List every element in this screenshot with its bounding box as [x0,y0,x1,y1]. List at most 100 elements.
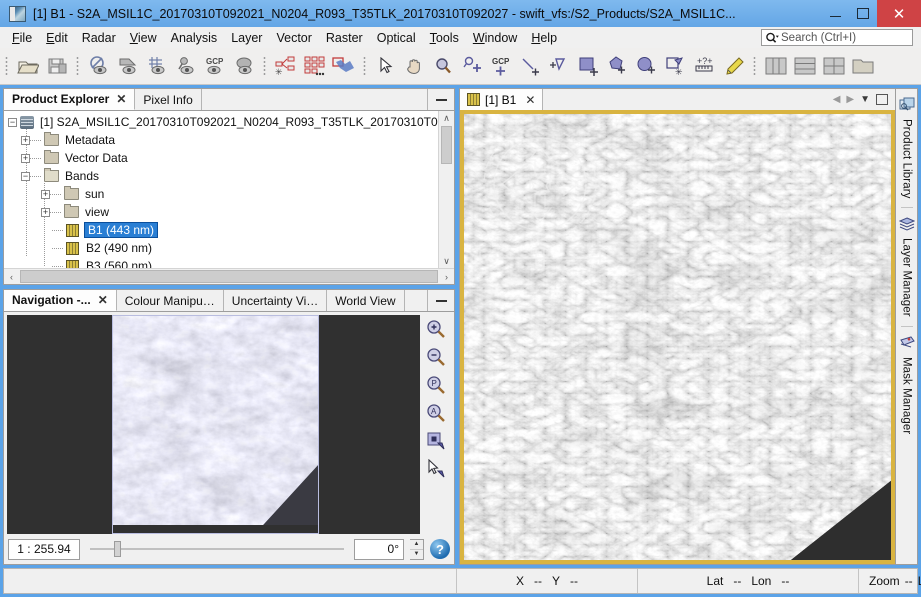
close-button[interactable]: ✕ [877,0,921,27]
close-icon[interactable]: ✕ [525,93,535,107]
sync-views-icon[interactable] [425,431,449,451]
maximize-view-icon[interactable] [876,94,888,105]
zoom-magnifier-icon[interactable] [429,51,458,81]
polygon-drawing-icon[interactable] [603,51,632,81]
tree-row-bands[interactable]: − Bands [4,167,438,185]
tile-vertically-icon[interactable] [761,51,790,81]
menu-analysis[interactable]: Analysis [164,29,225,47]
tree-vertical-scrollbar[interactable]: ∧ ∨ [438,111,454,268]
toolbar-grip-2[interactable] [74,55,81,77]
scroll-left-icon[interactable]: ◀ [833,94,841,105]
tab-colour-manipulation[interactable]: Colour Manipu… [116,290,224,311]
menu-tools[interactable]: Tools [423,29,466,47]
gcp-placing-icon[interactable]: GCP [487,51,516,81]
zoom-pixel-resolution-icon[interactable]: P [425,375,449,395]
tree-row-metadata[interactable]: + Metadata [4,131,438,149]
scrollbar-thumb[interactable] [441,126,452,164]
tree-row-b2[interactable]: B2 (490 nm) [4,239,438,257]
pan-hand-icon[interactable] [400,51,429,81]
range-finder-icon[interactable]: +?+ [690,51,719,81]
graticule-overlay-icon[interactable] [142,51,171,81]
maximize-button[interactable] [849,0,877,27]
tab-uncertainty-visualisation[interactable]: Uncertainty Vi… [223,290,328,311]
rail-tab-product-library[interactable]: Product Library [899,92,915,203]
rectangle-drawing-icon[interactable] [574,51,603,81]
tree-row-b3[interactable]: B3 (560 nm) [4,257,438,268]
minimize-button[interactable] [821,0,849,27]
tab-pixel-info[interactable]: Pixel Info [135,89,202,110]
tree-toggle-icon[interactable]: + [41,207,50,217]
tab-world-view[interactable]: World View [327,290,405,311]
pixel-info-pen-icon[interactable] [719,51,748,81]
rotation-field[interactable]: 0° [354,538,404,560]
minimize-navigation-button[interactable] [428,290,454,311]
menu-raster[interactable]: Raster [319,29,370,47]
sync-cursors-icon[interactable] [425,459,449,479]
rail-tab-mask-manager[interactable]: Mask Manager [899,331,915,439]
tab-product-explorer[interactable]: Product Explorer ✕ [4,89,136,110]
zoom-slider[interactable] [86,539,348,559]
tile-evenly-icon[interactable] [819,51,848,81]
close-icon[interactable]: ✕ [98,293,108,307]
menu-file[interactable]: FFileile [5,29,39,47]
gcp-overlay-icon[interactable]: GCP [200,51,229,81]
zoom-all-icon[interactable]: A [425,403,449,423]
toolbar-grip-3[interactable] [261,55,268,77]
tree-toggle-icon[interactable]: + [21,135,30,145]
scroll-left-icon[interactable]: ‹ [4,269,19,284]
geo-overlay-icon[interactable] [113,51,142,81]
navigation-canvas[interactable] [7,315,420,534]
pin-placing-icon[interactable] [458,51,487,81]
zoom-in-icon[interactable] [425,319,449,339]
tile-single-icon[interactable] [848,51,877,81]
help-button[interactable]: ? [430,539,450,559]
tab-list-dropdown-icon[interactable]: ▼ [860,94,870,105]
line-drawing-icon[interactable] [516,51,545,81]
scroll-down-icon[interactable]: ∨ [439,254,454,268]
tree-row-sun[interactable]: + sun [4,185,438,203]
polyline-drawing-icon[interactable] [545,51,574,81]
tree-toggle-icon[interactable]: − [8,117,17,127]
menu-radar[interactable]: Radar [75,29,123,47]
world-map-icon[interactable] [329,51,358,81]
tab-navigation[interactable]: Navigation -... ✕ [4,290,117,311]
toolbar-grip[interactable] [3,55,10,77]
tree-horizontal-scrollbar[interactable]: ‹ › [4,268,454,284]
ellipse-drawing-icon[interactable] [632,51,661,81]
menu-layer[interactable]: Layer [224,29,269,47]
menu-view[interactable]: View [123,29,164,47]
tree-toggle-icon[interactable]: − [21,171,30,181]
image-canvas[interactable] [460,110,895,564]
tab-image-b1[interactable]: [1] B1 ✕ [460,89,544,110]
batch-processing-icon[interactable] [300,51,329,81]
search-input[interactable] [781,31,912,44]
minimize-panel-button[interactable] [428,89,454,110]
navigation-compass-control[interactable] [474,118,614,278]
scroll-up-icon[interactable]: ∧ [439,111,454,125]
spinner-up-icon[interactable]: ▲ [410,539,423,550]
scrollbar-thumb[interactable] [20,270,438,283]
slider-knob[interactable] [114,541,121,557]
menu-optical[interactable]: Optical [370,29,423,47]
spinner-down-icon[interactable]: ▼ [410,549,423,559]
tree-row-b1[interactable]: B1 (443 nm) [4,221,438,239]
zoom-out-icon[interactable] [425,347,449,367]
tree-row-view[interactable]: + view [4,203,438,221]
magic-wand-icon[interactable]: ✳ [661,51,690,81]
save-product-icon[interactable] [42,51,71,81]
pin-overlay-icon[interactable] [171,51,200,81]
toolbar-grip-4[interactable] [361,55,368,77]
tile-horizontally-icon[interactable] [790,51,819,81]
rotation-spinner[interactable]: ▲ ▼ [410,538,424,560]
zoom-factor-field[interactable]: 1 : 255.94 [8,538,80,560]
scroll-right-icon[interactable]: › [439,269,454,284]
toolbar-grip-5[interactable] [751,55,758,77]
open-product-icon[interactable] [13,51,42,81]
search-box[interactable] [761,29,913,46]
scroll-right-icon[interactable]: ▶ [846,94,854,105]
product-tree[interactable]: − [1] S2A_MSIL1C_20170310T092021_N0204_R… [4,111,438,268]
graph-builder-icon[interactable]: ✳ [271,51,300,81]
menu-help[interactable]: Help [524,29,564,47]
mask-overlay-icon[interactable] [229,51,258,81]
select-arrow-icon[interactable] [371,51,400,81]
